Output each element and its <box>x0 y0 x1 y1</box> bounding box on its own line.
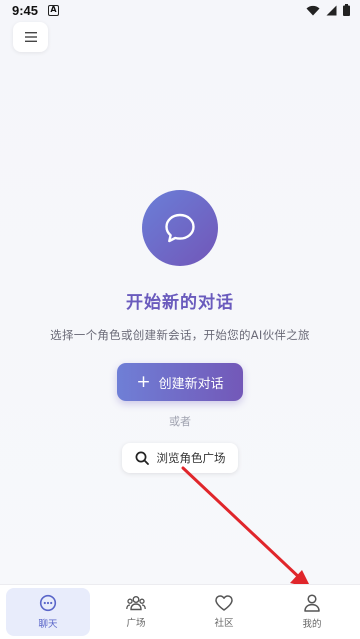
tab-plaza-label: 广场 <box>126 618 146 629</box>
hero-icon-circle <box>142 190 218 266</box>
tab-profile[interactable]: 我的 <box>270 588 354 636</box>
tab-community[interactable]: 社区 <box>182 588 266 636</box>
hamburger-menu-icon <box>24 32 37 42</box>
create-conversation-label: 创建新对话 <box>158 376 224 392</box>
bottom-tab-bar: 聊天 广场 社区 我的 <box>0 584 360 639</box>
user-icon <box>304 594 320 612</box>
wifi-icon <box>306 5 320 15</box>
status-time: 9:45 <box>12 2 39 18</box>
people-icon <box>126 596 146 611</box>
tab-chat[interactable]: 聊天 <box>6 588 90 636</box>
tab-chat-label: 聊天 <box>38 619 58 630</box>
browse-characters-button[interactable]: 浏览角色广场 <box>122 443 238 473</box>
empty-state: 开始新的对话 选择一个角色或创建新会话，开始您的AI伙伴之旅 + 创建新对话 或… <box>0 190 360 473</box>
menu-button[interactable] <box>13 22 48 52</box>
chat-icon <box>39 594 57 612</box>
or-divider-text: 或者 <box>169 415 191 428</box>
tab-plaza[interactable]: 广场 <box>94 588 178 636</box>
plus-icon: + <box>136 371 151 392</box>
chat-bubble-icon <box>165 213 195 243</box>
page-subtitle: 选择一个角色或创建新会话，开始您的AI伙伴之旅 <box>50 328 310 342</box>
status-bar: 9:45 A <box>0 0 360 20</box>
battery-icon <box>343 4 350 16</box>
search-icon <box>135 451 149 465</box>
tab-profile-label: 我的 <box>302 619 322 630</box>
status-right-icons <box>306 4 350 16</box>
create-conversation-button[interactable]: + 创建新对话 <box>117 363 243 401</box>
signal-icon <box>326 5 337 15</box>
browse-characters-label: 浏览角色广场 <box>156 451 226 465</box>
page-title: 开始新的对话 <box>126 293 234 313</box>
tab-community-label: 社区 <box>214 618 234 629</box>
heart-icon <box>215 595 233 611</box>
app-notification-icon: A <box>48 4 60 16</box>
